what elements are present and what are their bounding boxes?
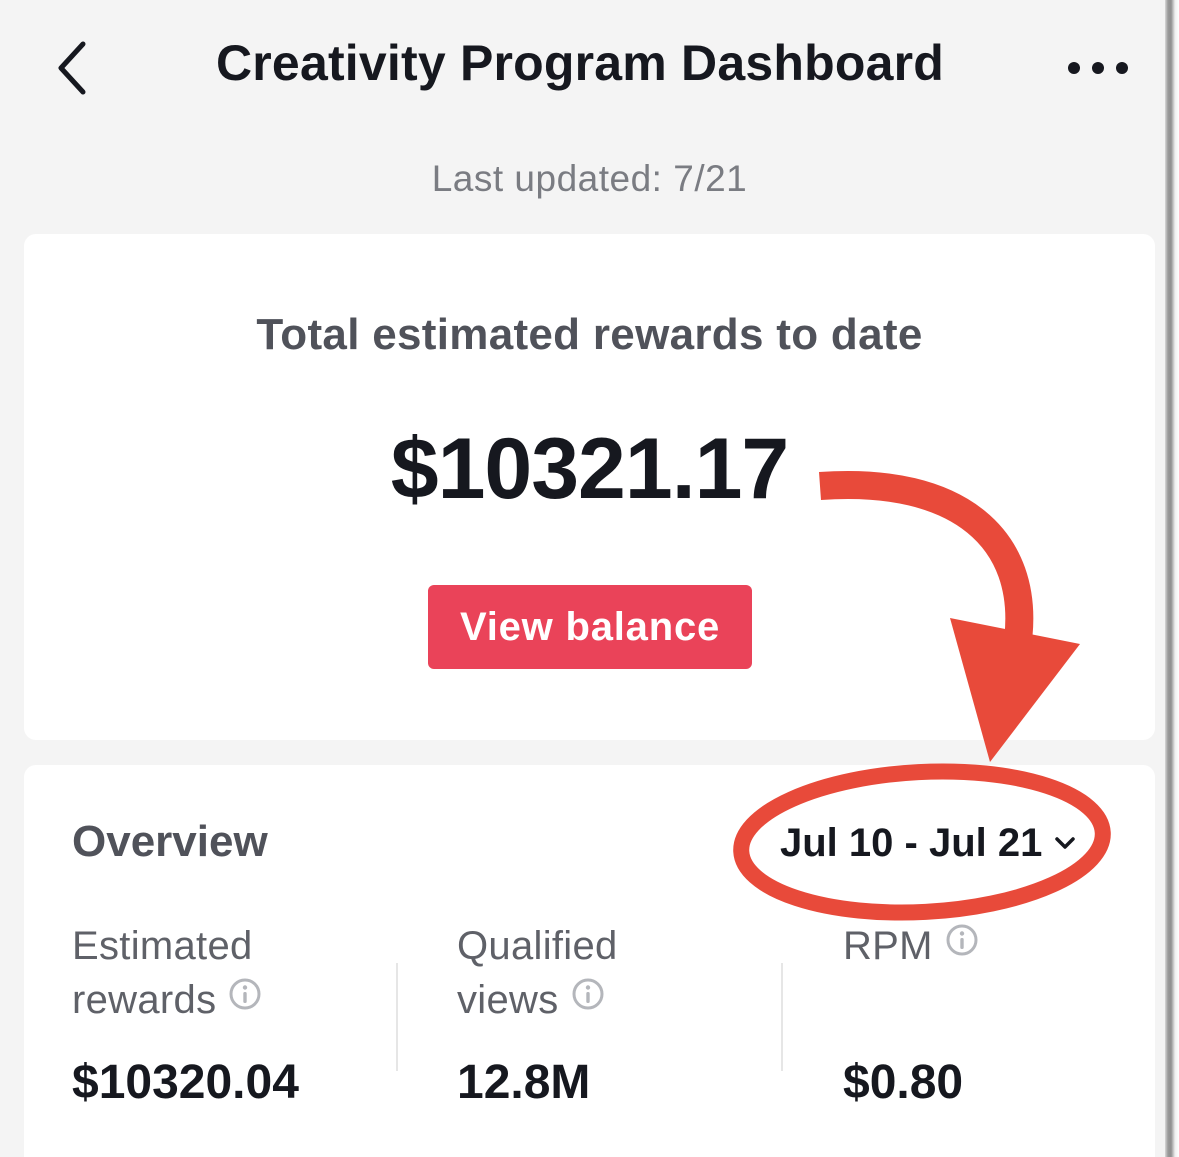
metric-value: $10320.04 (72, 1056, 299, 1109)
info-icon[interactable] (228, 971, 262, 1025)
back-button[interactable] (38, 28, 108, 108)
page-title: Creativity Program Dashboard (215, 35, 945, 91)
info-icon[interactable] (945, 917, 979, 971)
date-range-selector[interactable]: Jul 10 - Jul 21 (780, 819, 1076, 867)
metric-label-line1: Estimated (72, 924, 253, 968)
info-icon[interactable] (571, 971, 605, 1025)
metric-divider (781, 963, 783, 1071)
last-updated-text: Last updated: 7/21 (431, 158, 748, 199)
view-balance-button[interactable]: View balance (428, 585, 752, 669)
more-horizontal-icon (1068, 62, 1128, 74)
metric-label-line1: Qualified (457, 924, 618, 968)
metric-label-line2: rewards (72, 978, 217, 1022)
total-rewards-amount: $10321.17 (390, 421, 790, 517)
overview-title: Overview (72, 817, 268, 866)
metric-value: 12.8M (457, 1056, 591, 1109)
more-options-button[interactable] (1058, 40, 1138, 96)
chevron-left-icon (58, 41, 86, 95)
metric-label-line2: views (457, 978, 559, 1022)
header-bar: Creativity Program Dashboard (0, 0, 1160, 140)
metric-divider (396, 963, 398, 1071)
metric-rpm: RPM $0.80 (843, 917, 1179, 1109)
overview-card: Overview Jul 10 - Jul 21 Estimated rewar… (24, 765, 1155, 1157)
chevron-down-icon (1054, 835, 1076, 851)
total-rewards-card: Total estimated rewards to date $10321.1… (24, 234, 1155, 740)
metric-estimated-rewards: Estimated rewards $10320.04 (72, 919, 432, 1109)
metric-qualified-views: Qualified views 12.8M (457, 919, 817, 1109)
metric-value: $0.80 (843, 1056, 964, 1109)
total-rewards-heading: Total estimated rewards to date (256, 310, 923, 359)
metric-label-line1: RPM (843, 924, 933, 968)
date-range-label: Jul 10 - Jul 21 (780, 820, 1043, 865)
